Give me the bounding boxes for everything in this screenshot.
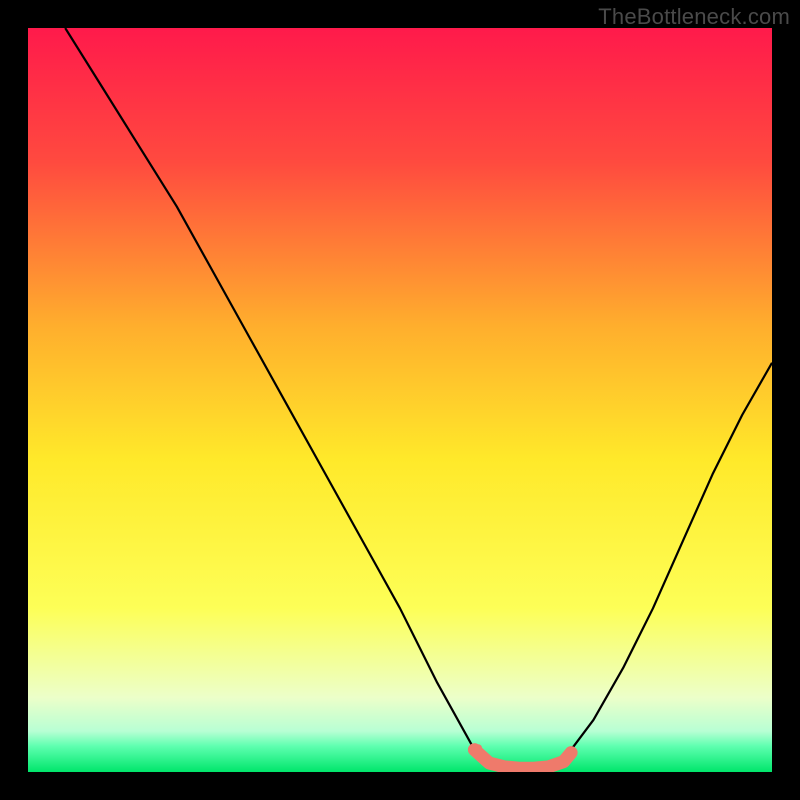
watermark-text: TheBottleneck.com [598, 4, 790, 30]
chart-frame: TheBottleneck.com [0, 0, 800, 800]
gradient-background [28, 28, 772, 772]
plot-area [28, 28, 772, 772]
plot-svg [28, 28, 772, 772]
marker-left [474, 744, 482, 752]
points-group [474, 744, 482, 752]
